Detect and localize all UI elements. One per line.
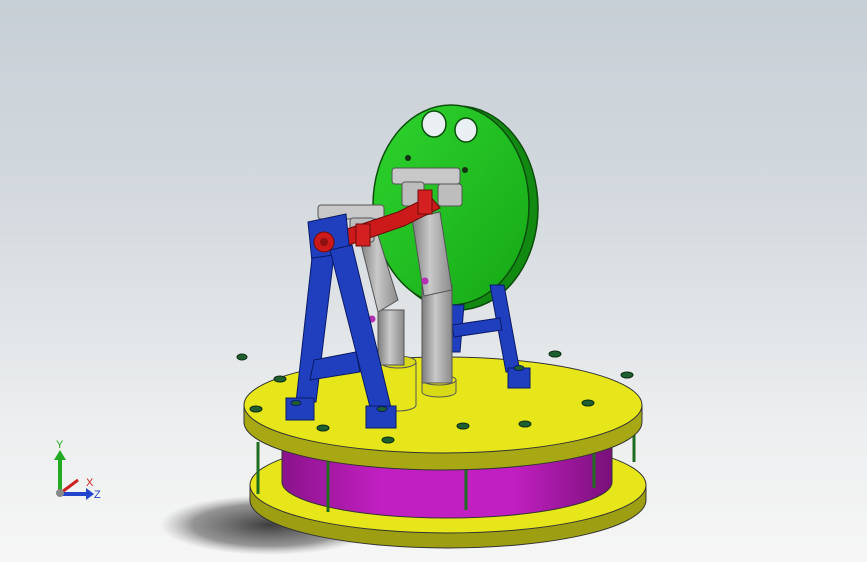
stirling-engine-model[interactable]	[0, 0, 867, 562]
triad-x-label: X	[86, 477, 94, 489]
flywheel[interactable]	[372, 104, 539, 311]
triad-y-label: Y	[56, 439, 64, 451]
triad-z-label: Z	[94, 489, 101, 501]
3d-viewport[interactable]: Y X Z	[0, 0, 867, 562]
coordinate-triad: Y X Z	[40, 438, 110, 510]
